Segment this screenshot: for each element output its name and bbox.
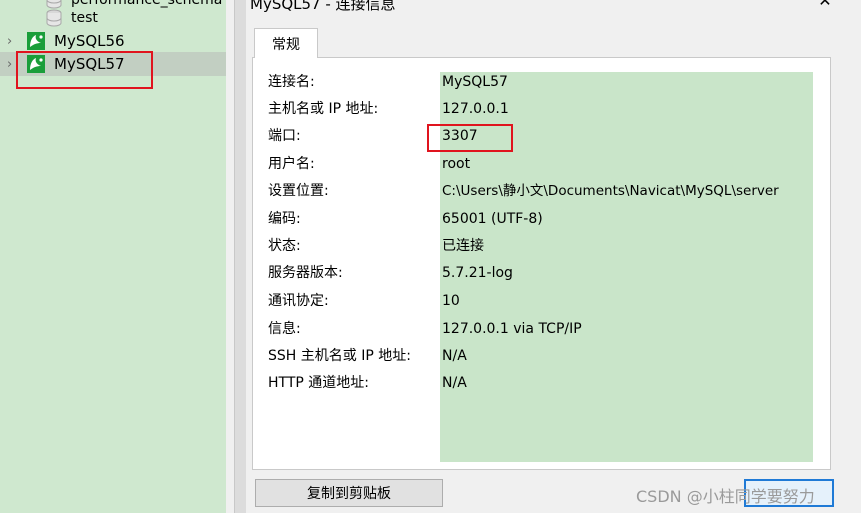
- mysql-connection-icon: [27, 55, 45, 73]
- info-value: 已连接: [442, 238, 484, 254]
- info-label: 设置位置:: [268, 183, 329, 199]
- connection-info-dialog: MySQL57 - 连接信息 ✕ 常规 连接名: MySQL57 主机名或 IP…: [246, 0, 861, 513]
- info-value: MySQL57: [442, 74, 508, 90]
- info-label: 端口:: [268, 128, 301, 144]
- tree-item-mysql57[interactable]: › MySQL57: [0, 52, 226, 76]
- info-value: 5.7.21-log: [442, 265, 513, 281]
- info-value-port: 3307: [442, 128, 478, 144]
- watermark: CSDN @小柱同学要努力: [636, 487, 815, 506]
- info-label: 连接名:: [268, 74, 315, 90]
- chevron-right-icon[interactable]: ›: [7, 35, 12, 48]
- info-label: 编码:: [268, 211, 301, 227]
- tree-item-label: MySQL57: [54, 55, 125, 73]
- tree-item-test[interactable]: test: [0, 6, 226, 30]
- navigation-tree: performance_schema test › MySQL56 › MySQ…: [0, 0, 226, 513]
- database-icon: [46, 9, 62, 27]
- info-label: 主机名或 IP 地址:: [268, 101, 379, 117]
- tree-item-label: test: [71, 10, 98, 26]
- close-icon[interactable]: ✕: [816, 0, 834, 10]
- copy-to-clipboard-button[interactable]: 复制到剪贴板: [255, 479, 443, 507]
- tree-item-mysql56[interactable]: › MySQL56: [0, 29, 226, 53]
- window-border: [234, 0, 246, 513]
- info-value: 127.0.0.1: [442, 101, 509, 117]
- splitter[interactable]: [226, 0, 234, 513]
- info-value: C:\Users\静小文\Documents\Navicat\MySQL\ser…: [442, 183, 779, 199]
- dialog-title: MySQL57 - 连接信息: [250, 0, 396, 13]
- chevron-right-icon[interactable]: ›: [7, 58, 12, 71]
- info-value: N/A: [442, 375, 467, 391]
- info-value: N/A: [442, 348, 467, 364]
- info-label: 信息:: [268, 321, 301, 337]
- info-label: SSH 主机名或 IP 地址:: [268, 348, 411, 364]
- info-label: 服务器版本:: [268, 265, 343, 281]
- mysql-connection-icon: [27, 32, 45, 50]
- info-value: 10: [442, 293, 460, 309]
- info-label: 用户名:: [268, 156, 315, 172]
- info-value: 65001 (UTF-8): [442, 211, 543, 227]
- tree-item-label: MySQL56: [54, 32, 125, 50]
- info-value: 127.0.0.1 via TCP/IP: [442, 321, 582, 337]
- info-label: HTTP 通道地址:: [268, 375, 369, 391]
- tab-general[interactable]: 常规: [254, 28, 318, 58]
- info-label: 状态:: [268, 238, 301, 254]
- info-label: 通讯协定:: [268, 293, 329, 309]
- info-value: root: [442, 156, 471, 172]
